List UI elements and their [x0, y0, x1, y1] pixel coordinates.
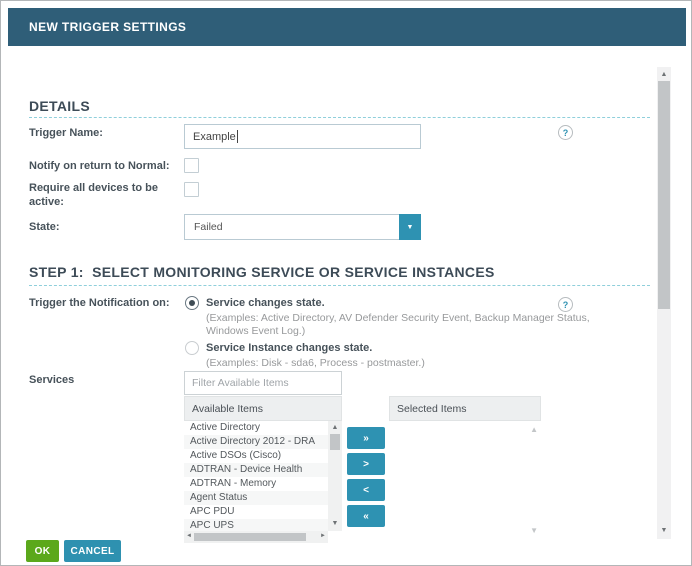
option1-example-line1: (Examples: Active Directory, AV Defender… [206, 312, 590, 324]
available-items-listbox: Active Directory Active Directory 2012 - … [184, 421, 342, 543]
require-active-label: Require all devices to be active: [29, 182, 158, 208]
move-all-right-button[interactable]: » [347, 427, 385, 449]
list-item[interactable]: APC UPS [184, 519, 328, 531]
available-list-vscrollbar[interactable]: ▲ ▼ [328, 421, 342, 531]
notify-normal-checkbox[interactable] [184, 158, 199, 173]
state-label: State: [29, 221, 60, 233]
available-items-list: Active Directory Active Directory 2012 - … [184, 421, 328, 531]
available-items-header: Available Items [184, 396, 342, 421]
state-select[interactable]: Failed ▼ [184, 214, 421, 240]
chevron-down-icon[interactable]: ▼ [399, 214, 421, 240]
details-heading: DETAILS [29, 98, 90, 114]
scroll-up-icon[interactable]: ▲ [530, 425, 538, 434]
scroll-left-icon[interactable]: ◄ [186, 533, 192, 539]
text-cursor [236, 130, 238, 143]
option1-example-line2: Windows Event Log.) [206, 325, 306, 337]
trigger-name-input[interactable]: Example [184, 124, 421, 149]
scroll-down-icon[interactable]: ▼ [328, 519, 342, 529]
selected-items-list [389, 421, 541, 543]
new-trigger-settings-dialog: NEW TRIGGER SETTINGS DETAILS Trigger Nam… [0, 0, 692, 566]
scroll-down-icon[interactable]: ▼ [530, 526, 538, 535]
list-item[interactable]: Active Directory 2012 - DRA [184, 435, 328, 449]
scrollbar-thumb[interactable] [658, 81, 670, 309]
step1-heading: STEP 1: SELECT MONITORING SERVICE OR SER… [29, 264, 495, 280]
radio-service-changes-label: Service changes state. [206, 297, 325, 309]
cancel-button[interactable]: CANCEL [64, 540, 121, 562]
move-left-button[interactable]: < [347, 479, 385, 501]
available-list-hscrollbar[interactable]: ◄ ► [184, 531, 328, 543]
radio-service-instance-label: Service Instance changes state. [206, 342, 373, 354]
list-item[interactable]: APC PDU [184, 505, 328, 519]
move-right-button[interactable]: > [347, 453, 385, 475]
filter-available-items-input[interactable] [184, 371, 342, 395]
section-divider [29, 117, 650, 118]
dialog-title: NEW TRIGGER SETTINGS [29, 20, 187, 34]
scrollbar-thumb[interactable] [194, 533, 306, 541]
help-icon[interactable]: ? [558, 125, 573, 140]
option2-example: (Examples: Disk - sda6, Process - postma… [206, 357, 425, 369]
scrollbar-thumb[interactable] [330, 434, 340, 450]
help-icon[interactable]: ? [558, 297, 573, 312]
selected-items-listbox: ▲ ▼ [389, 421, 541, 543]
page-scrollbar[interactable]: ▲ ▼ [657, 67, 671, 539]
selected-items-header: Selected Items [389, 396, 541, 421]
services-label: Services [29, 374, 75, 386]
trigger-name-label: Trigger Name: [29, 127, 103, 139]
list-item[interactable]: ADTRAN - Memory [184, 477, 328, 491]
section-divider [29, 285, 650, 286]
scroll-down-icon[interactable]: ▼ [657, 526, 671, 536]
require-active-checkbox[interactable] [184, 182, 199, 197]
radio-service-changes-state[interactable] [185, 296, 199, 310]
ok-button[interactable]: OK [26, 540, 59, 562]
list-item[interactable]: ADTRAN - Device Health [184, 463, 328, 477]
scroll-right-icon[interactable]: ► [320, 533, 326, 539]
list-item[interactable]: Agent Status [184, 491, 328, 505]
trigger-on-label: Trigger the Notification on: [29, 297, 170, 309]
state-value: Failed [194, 221, 223, 233]
dialog-titlebar: NEW TRIGGER SETTINGS [8, 8, 686, 46]
list-item[interactable]: Active DSOs (Cisco) [184, 449, 328, 463]
radio-service-instance-changes-state[interactable] [185, 341, 199, 355]
notify-normal-label: Notify on return to Normal: [29, 160, 170, 172]
scroll-up-icon[interactable]: ▲ [657, 70, 671, 80]
list-item[interactable]: Active Directory [184, 421, 328, 435]
move-all-left-button[interactable]: « [347, 505, 385, 527]
scroll-up-icon[interactable]: ▲ [328, 423, 342, 433]
trigger-name-value: Example [193, 130, 236, 143]
